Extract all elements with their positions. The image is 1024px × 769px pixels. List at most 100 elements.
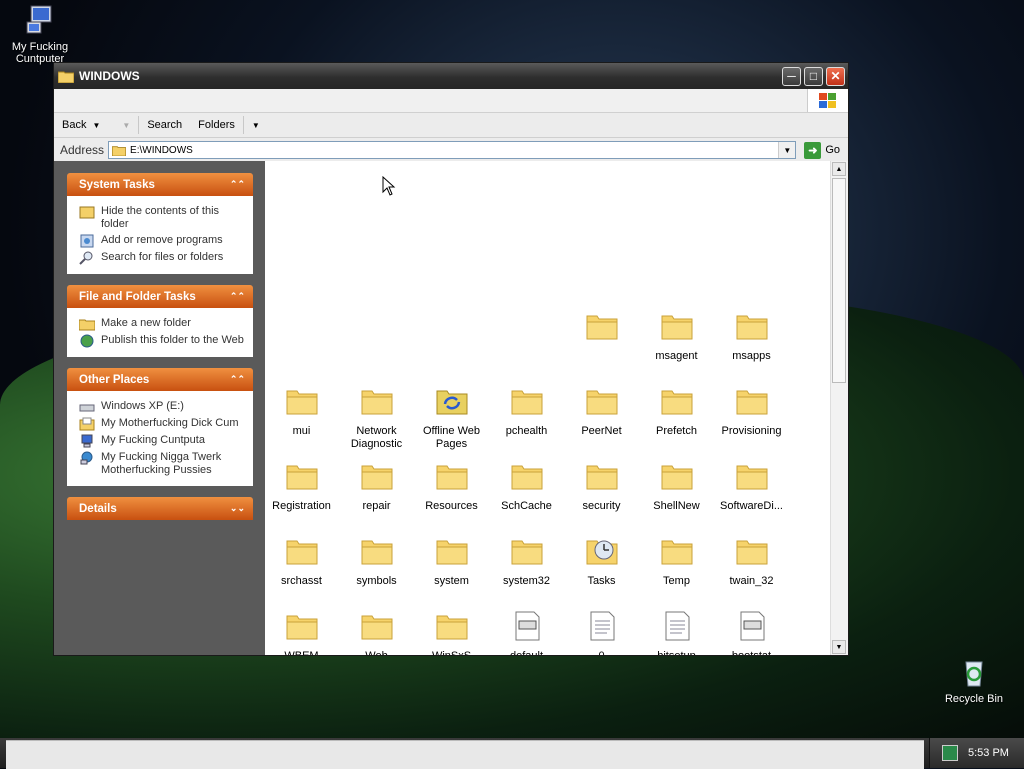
file-item-label: Provisioning [721, 425, 782, 437]
file-item[interactable]: 0 [564, 611, 639, 655]
folder-icon [361, 390, 392, 415]
clock[interactable]: 5:53 PM [968, 747, 1009, 759]
folder-icon [436, 465, 467, 490]
file-item-label: twain_32 [729, 575, 774, 587]
hide-contents-icon [79, 206, 95, 219]
file-item[interactable]: Tasks [564, 536, 639, 588]
title-bar[interactable]: WINDOWS ─ □ ✕ [54, 63, 848, 89]
file-item[interactable]: bitsetup [639, 611, 714, 655]
file-item[interactable] [564, 311, 639, 350]
search-button[interactable]: Search [139, 113, 190, 137]
folder-icon [286, 615, 317, 640]
file-item-label: Network Diagnostic [350, 425, 403, 450]
file-item[interactable]: Network Diagnostic [339, 386, 414, 451]
file-item[interactable]: SchCache [489, 461, 564, 513]
back-button[interactable]: Back ▼ [54, 113, 108, 137]
folder-icon [286, 465, 317, 490]
folder-icon [361, 540, 392, 565]
other-places-header[interactable]: Other Places ⌃⌃ [67, 368, 253, 391]
file-folder-tasks-header[interactable]: File and Folder Tasks ⌃⌃ [67, 285, 253, 308]
place-my-documents[interactable]: My Motherfucking Dick Cum [79, 417, 247, 431]
scroll-thumb[interactable] [832, 178, 846, 383]
go-label: Go [825, 144, 840, 156]
forward-button[interactable]: ▼ [108, 113, 138, 137]
file-item[interactable]: Offline Web Pages [414, 386, 489, 451]
place-network[interactable]: My Fucking Nigga Twerk Motherfucking Pus… [79, 451, 247, 477]
close-button[interactable]: ✕ [826, 66, 845, 86]
file-item[interactable]: security [564, 461, 639, 513]
file-item[interactable]: msagent [639, 311, 714, 363]
folder-icon [736, 390, 767, 415]
file-item-label: security [582, 500, 621, 512]
file-item[interactable]: default [489, 611, 564, 655]
desktop-icon-recycle-bin[interactable]: Recycle Bin [934, 656, 1014, 705]
place-my-computer[interactable]: My Fucking Cuntputa [79, 434, 247, 448]
folders-button[interactable]: Folders [190, 113, 243, 137]
file-item-label: Prefetch [656, 425, 697, 437]
file-item[interactable]: Resources [414, 461, 489, 513]
task-new-folder[interactable]: Make a new folder [79, 317, 247, 331]
folder-icon [511, 540, 542, 565]
file-item[interactable]: bootstat [714, 611, 789, 655]
file-item[interactable]: system32 [489, 536, 564, 588]
task-label: Add or remove programs [101, 234, 223, 246]
task-publish-web[interactable]: Publish this folder to the Web [79, 334, 247, 348]
taskbar-buttons-area[interactable] [6, 740, 924, 769]
file-item-label: system32 [502, 575, 551, 587]
desktop-icon-my-computer[interactable]: My Fucking Cuntputer [0, 4, 80, 67]
task-label: Publish this folder to the Web [101, 334, 244, 346]
file-item[interactable]: WinSxS [414, 611, 489, 655]
minimize-icon: ─ [787, 69, 796, 83]
details-header[interactable]: Details ⌄⌄ [67, 497, 253, 520]
file-item[interactable]: WBEM [265, 611, 339, 655]
file-item[interactable]: Temp [639, 536, 714, 588]
taskbar: 5:53 PM [0, 738, 1024, 769]
file-item[interactable]: Web [339, 611, 414, 655]
file-item[interactable]: pchealth [489, 386, 564, 438]
task-label: Search for files or folders [101, 251, 224, 263]
tray-icon[interactable] [942, 745, 958, 761]
file-item[interactable]: Registration [265, 461, 339, 513]
panel-body: Windows XP (E:) My Motherfucking Dick Cu… [67, 391, 253, 486]
place-drive-e[interactable]: Windows XP (E:) [79, 400, 247, 414]
file-item-label: msapps [732, 350, 771, 362]
folder-icon [361, 465, 392, 490]
address-input[interactable]: E:\WINDOWS ▼ [108, 141, 797, 159]
file-item[interactable]: repair [339, 461, 414, 513]
file-item[interactable]: Prefetch [639, 386, 714, 438]
file-item[interactable]: mui [265, 386, 339, 438]
file-item[interactable]: system [414, 536, 489, 588]
file-item[interactable]: twain_32 [714, 536, 789, 588]
file-item[interactable]: symbols [339, 536, 414, 588]
chevron-down-icon: ▼ [92, 120, 101, 130]
file-item[interactable]: Provisioning [714, 386, 789, 438]
task-search-files[interactable]: Search for files or folders [79, 251, 247, 265]
file-item-label: Registration [272, 500, 331, 512]
scroll-up-button[interactable]: ▲ [832, 162, 846, 176]
address-dropdown-button[interactable]: ▼ [778, 142, 796, 158]
folder-icon [286, 540, 317, 565]
file-item-label: Web [339, 650, 414, 655]
file-item[interactable]: SoftwareDi... [714, 461, 789, 513]
scroll-down-button[interactable]: ▼ [832, 640, 846, 654]
close-icon: ✕ [830, 69, 841, 83]
go-button[interactable]: ➜ Go [796, 141, 848, 159]
folder-icon [736, 540, 767, 565]
window-body: System Tasks ⌃⌃ Hide the contents of thi… [54, 161, 848, 655]
chevron-down-icon: ▼ [835, 643, 843, 651]
chevron-down-icon: ▼ [251, 120, 260, 130]
file-item[interactable]: PeerNet [564, 386, 639, 438]
file-item[interactable]: ShellNew [639, 461, 714, 513]
file-item[interactable]: srchasst [265, 536, 339, 588]
file-list[interactable]: msagent msapps mui Network Diagnostic Offlin… [265, 161, 848, 655]
file-item[interactable]: msapps [714, 311, 789, 363]
folder-icon [436, 540, 467, 565]
vertical-scrollbar[interactable]: ▲ ▼ [830, 161, 848, 655]
task-hide-contents[interactable]: Hide the contents of this folder [79, 205, 247, 231]
collapse-icon: ⌃⌃ [229, 374, 245, 384]
maximize-button[interactable]: □ [804, 66, 823, 86]
task-add-remove-programs[interactable]: Add or remove programs [79, 234, 247, 248]
minimize-button[interactable]: ─ [782, 66, 801, 86]
views-button[interactable]: ▼ [244, 113, 268, 137]
system-tasks-header[interactable]: System Tasks ⌃⌃ [67, 173, 253, 196]
